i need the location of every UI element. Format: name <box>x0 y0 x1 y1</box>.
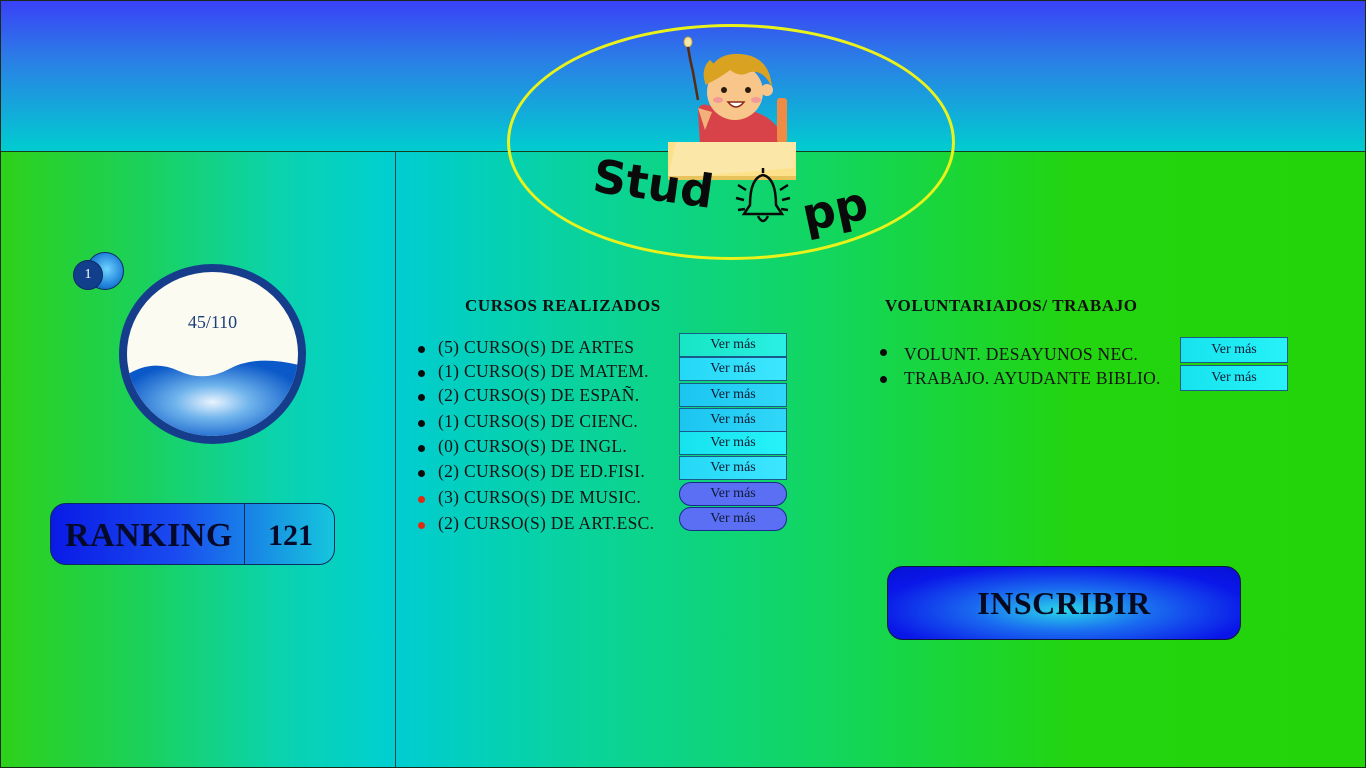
studapp-logo: Stud pp <box>590 36 873 243</box>
inscribir-button[interactable]: INSCRIBIR <box>887 566 1241 640</box>
progress-water-fill <box>127 360 298 436</box>
sidebar <box>0 152 396 768</box>
course-item-label: (0) CURSO(S) DE INGL. <box>438 436 628 456</box>
ver-mas-button-cienc[interactable]: Ver más <box>679 408 787 432</box>
bullet-icon <box>880 376 887 383</box>
bullet-icon-red <box>418 496 425 503</box>
course-item-label: (2) CURSO(S) DE ESPAÑ. <box>438 385 640 405</box>
ver-mas-button-espan[interactable]: Ver más <box>679 383 787 407</box>
bullet-icon <box>418 370 425 377</box>
bullet-icon <box>418 445 425 452</box>
course-item-label: (2) CURSO(S) DE ED.FISI. <box>438 461 645 481</box>
course-item-label: (5) CURSO(S) DE ARTES <box>438 337 635 357</box>
progress-bubble-inner <box>127 272 298 436</box>
ver-mas-button-artes[interactable]: Ver más <box>679 333 787 357</box>
progress-text: 45/110 <box>187 312 238 332</box>
ranking-box: RANKING 121 <box>50 503 335 565</box>
course-item-label: (1) CURSO(S) DE CIENC. <box>438 411 639 431</box>
bullet-icon <box>418 470 425 477</box>
courses-heading: CURSOS REALIZADOS <box>465 296 661 315</box>
ver-mas-button-music[interactable]: Ver más <box>679 482 787 506</box>
ver-mas-button-desayunos[interactable]: Ver más <box>1180 337 1288 363</box>
volunteering-item-label: VOLUNT. DESAYUNOS NEC. <box>904 344 1139 364</box>
volunteering-heading: VOLUNTARIADOS/ TRABAJO <box>885 296 1138 315</box>
bullet-icon <box>418 346 425 353</box>
ranking-label: RANKING <box>65 517 233 554</box>
ver-mas-button-artesc[interactable]: Ver más <box>679 507 787 531</box>
ranking-value: 121 <box>268 519 313 552</box>
course-item-label: (2) CURSO(S) DE ART.ESC. <box>438 513 655 533</box>
ver-mas-button-biblio[interactable]: Ver más <box>1180 365 1288 391</box>
volunteering-item-label: TRABAJO. AYUDANTE BIBLIO. <box>904 368 1161 388</box>
ver-mas-button-ingl[interactable]: Ver más <box>679 431 787 455</box>
bullet-icon <box>418 420 425 427</box>
bullet-icon-red <box>418 522 425 529</box>
bullet-icon <box>418 394 425 401</box>
course-item-label: (1) CURSO(S) DE MATEM. <box>438 361 649 381</box>
ver-mas-button-matem[interactable]: Ver más <box>679 357 787 381</box>
student-at-desk-icon <box>668 36 796 180</box>
svg-text:pp: pp <box>797 176 873 243</box>
notification-count[interactable]: 1 <box>73 260 103 290</box>
course-item-label: (3) CURSO(S) DE MUSIC. <box>438 487 642 507</box>
ver-mas-button-edfisi[interactable]: Ver más <box>679 456 787 480</box>
bullet-icon <box>880 349 887 356</box>
